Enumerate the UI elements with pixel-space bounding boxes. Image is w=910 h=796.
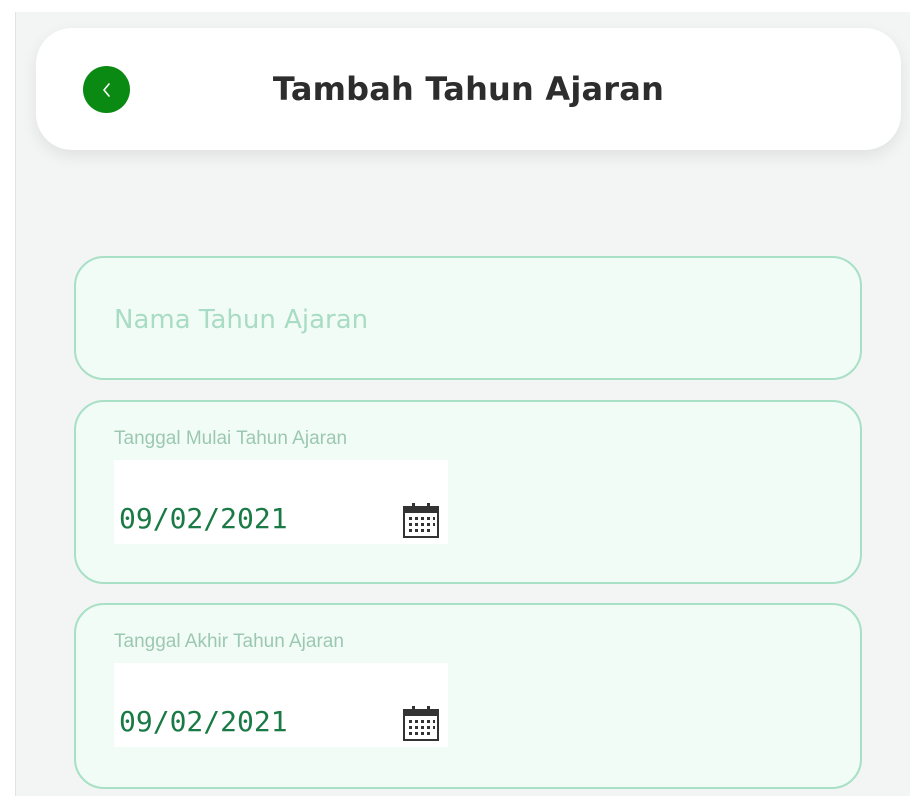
tanggal-akhir-field: Tanggal Akhir Tahun Ajaran 09/02/2021	[74, 603, 862, 789]
tanggal-mulai-value[interactable]: 09/02/2021	[119, 502, 288, 536]
calendar-icon[interactable]	[401, 500, 441, 540]
page-title: Tambah Tahun Ajaran	[272, 70, 665, 108]
header-card: Tambah Tahun Ajaran	[36, 28, 901, 150]
calendar-icon[interactable]	[401, 703, 441, 743]
nama-tahun-ajaran-input[interactable]	[114, 298, 814, 342]
nama-tahun-ajaran-field	[74, 256, 862, 380]
tanggal-akhir-date-input[interactable]: 09/02/2021	[114, 663, 448, 747]
back-button[interactable]	[83, 66, 130, 113]
app-container: Tambah Tahun Ajaran Tanggal Mulai Tahun …	[15, 12, 910, 796]
tanggal-mulai-date-input[interactable]: 09/02/2021	[114, 460, 448, 544]
tanggal-akhir-label: Tanggal Akhir Tahun Ajaran	[114, 631, 344, 652]
chevron-left-icon	[102, 82, 110, 97]
tanggal-mulai-label: Tanggal Mulai Tahun Ajaran	[114, 428, 348, 449]
tanggal-akhir-value[interactable]: 09/02/2021	[119, 705, 288, 739]
tanggal-mulai-field: Tanggal Mulai Tahun Ajaran 09/02/2021	[74, 400, 862, 584]
